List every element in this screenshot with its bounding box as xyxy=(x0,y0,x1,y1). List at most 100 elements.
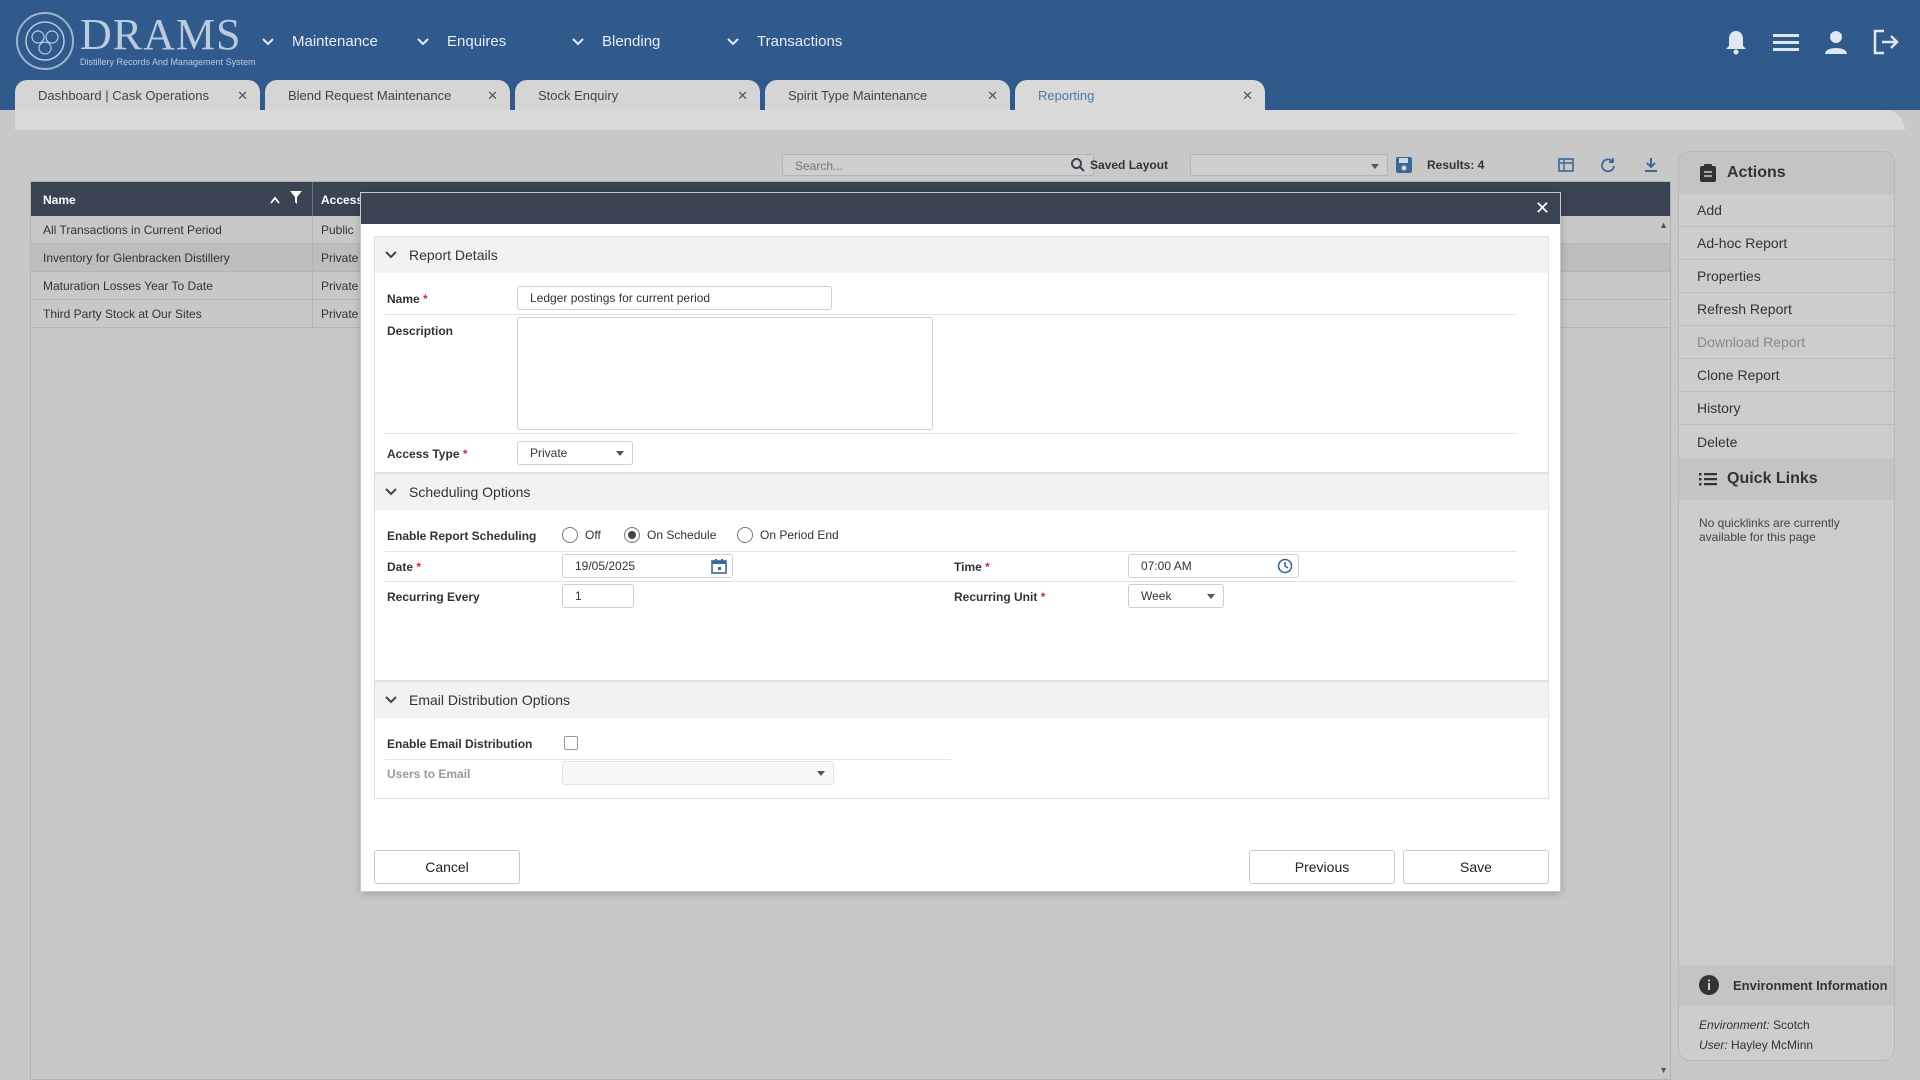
results-count: Results: 4 xyxy=(1427,158,1485,172)
app-header: DRAMS Distillery Records And Management … xyxy=(0,0,1920,110)
action-add[interactable]: Add xyxy=(1679,194,1894,227)
chevron-down-icon xyxy=(385,488,397,496)
schedule-on-schedule-radio[interactable]: On Schedule xyxy=(624,527,716,543)
scheduling-options-section: Scheduling Options Enable Report Schedul… xyxy=(374,473,1549,681)
users-to-email-label: Users to Email xyxy=(387,767,471,781)
email-distribution-section: Email Distribution Options Enable Email … xyxy=(374,681,1549,799)
close-icon[interactable]: ✕ xyxy=(1535,198,1550,219)
enable-email-checkbox[interactable] xyxy=(564,736,578,750)
enable-scheduling-label: Enable Report Scheduling xyxy=(387,529,537,543)
tab-blend-request-maintenance[interactable]: Blend Request Maintenance ✕ xyxy=(265,80,510,110)
chevron-down-icon xyxy=(727,37,739,45)
download-icon[interactable] xyxy=(1640,154,1662,176)
action-clone-report[interactable]: Clone Report xyxy=(1679,359,1894,392)
recurring-unit-select[interactable]: Week xyxy=(1128,584,1224,608)
list-icon xyxy=(1699,473,1717,486)
nav-transactions[interactable]: Transactions xyxy=(727,33,842,50)
calendar-icon[interactable] xyxy=(711,558,727,577)
clock-icon[interactable] xyxy=(1277,558,1293,577)
logo-title: DRAMS xyxy=(80,10,242,59)
scroll-up-icon[interactable]: ▲ xyxy=(1659,220,1668,230)
action-history[interactable]: History xyxy=(1679,392,1894,425)
save-button[interactable]: Save xyxy=(1403,850,1549,884)
logo-subtitle: Distillery Records And Management System xyxy=(80,57,256,67)
scheduling-options-header[interactable]: Scheduling Options xyxy=(375,474,1548,510)
chevron-down-icon xyxy=(385,251,397,259)
cancel-button[interactable]: Cancel xyxy=(374,850,520,884)
table-layout-icon[interactable] xyxy=(1555,154,1577,176)
report-details-section: Report Details Name * Ledger postings fo… xyxy=(374,236,1549,473)
nav-enquires[interactable]: Enquires xyxy=(417,33,506,50)
close-icon[interactable]: ✕ xyxy=(737,88,748,104)
logout-icon[interactable] xyxy=(1872,28,1900,56)
tab-dashboard-cask-operations[interactable]: Dashboard | Cask Operations ✕ xyxy=(15,80,260,110)
search-icon[interactable] xyxy=(1071,158,1085,175)
sort-asc-icon[interactable] xyxy=(270,193,280,207)
saved-layout-label: Saved Layout xyxy=(1090,158,1169,172)
chevron-down-icon xyxy=(572,37,584,45)
tab-stock-enquiry[interactable]: Stock Enquiry ✕ xyxy=(515,80,760,110)
date-field[interactable]: 19/05/2025 xyxy=(562,554,733,578)
refresh-icon[interactable] xyxy=(1597,154,1619,176)
access-type-label: Access Type * xyxy=(387,447,468,461)
scroll-down-icon[interactable]: ▼ xyxy=(1659,1065,1668,1075)
action-properties[interactable]: Properties xyxy=(1679,260,1894,293)
close-icon[interactable]: ✕ xyxy=(487,88,498,104)
caret-down-icon xyxy=(1207,594,1215,599)
tab-reporting[interactable]: Reporting ✕ xyxy=(1015,80,1265,110)
search-input[interactable]: Search... xyxy=(782,154,1094,176)
actions-header: Actions xyxy=(1679,152,1894,194)
info-icon xyxy=(1699,975,1719,995)
quick-links-header: Quick Links xyxy=(1679,458,1894,500)
schedule-period-end-radio[interactable]: On Period End xyxy=(737,527,839,543)
nav-blending[interactable]: Blending xyxy=(572,33,660,50)
user-info: User: Hayley McMinn xyxy=(1699,1038,1814,1052)
name-field[interactable]: Ledger postings for current period xyxy=(517,286,832,310)
enable-email-label: Enable Email Distribution xyxy=(387,737,533,751)
action-download-report: Download Report xyxy=(1679,326,1894,359)
time-field[interactable]: 07:00 AM xyxy=(1128,554,1299,578)
chevron-down-icon xyxy=(417,37,429,45)
description-field[interactable] xyxy=(517,317,933,430)
close-icon[interactable]: ✕ xyxy=(237,88,248,104)
schedule-off-radio[interactable]: Off xyxy=(562,527,601,543)
action-delete[interactable]: Delete xyxy=(1679,425,1894,458)
column-header-name[interactable]: Name xyxy=(43,193,76,207)
filter-icon[interactable] xyxy=(290,191,302,208)
recurring-every-field[interactable]: 1 xyxy=(562,584,634,608)
environment-header: Environment Information xyxy=(1679,965,1894,1005)
logo-seal-icon xyxy=(16,12,74,70)
save-layout-icon[interactable] xyxy=(1393,154,1415,176)
description-label: Description xyxy=(387,324,454,338)
actions-panel: Actions Add Ad-hoc Report Properties Ref… xyxy=(1678,151,1895,1061)
time-label: Time * xyxy=(954,560,990,574)
user-icon[interactable] xyxy=(1822,28,1850,56)
chevron-down-icon xyxy=(262,37,274,45)
action-adhoc-report[interactable]: Ad-hoc Report xyxy=(1679,227,1894,260)
previous-button[interactable]: Previous xyxy=(1249,850,1395,884)
date-label: Date * xyxy=(387,560,422,574)
chevron-down-icon xyxy=(385,696,397,704)
environment-info: Environment: Scotch xyxy=(1699,1018,1810,1032)
drams-logo[interactable]: DRAMS Distillery Records And Management … xyxy=(16,12,256,70)
caret-down-icon xyxy=(1371,164,1379,169)
quick-links-note: No quicklinks are currently available fo… xyxy=(1699,516,1840,544)
close-icon[interactable]: ✕ xyxy=(1242,88,1253,104)
access-type-select[interactable]: Private xyxy=(517,441,633,465)
action-refresh-report[interactable]: Refresh Report xyxy=(1679,293,1894,326)
users-to-email-select[interactable] xyxy=(562,761,834,785)
name-label: Name * xyxy=(387,292,428,306)
saved-layout-select[interactable] xyxy=(1190,154,1388,176)
report-details-header[interactable]: Report Details xyxy=(375,237,1548,273)
close-icon[interactable]: ✕ xyxy=(987,88,998,104)
bell-icon[interactable] xyxy=(1722,28,1750,56)
column-header-access[interactable]: Access xyxy=(321,193,363,207)
clipboard-icon xyxy=(1700,164,1716,182)
report-properties-dialog: ✕ Report Details Name * Ledger postings … xyxy=(360,192,1561,892)
caret-down-icon xyxy=(616,451,624,456)
nav-maintenance[interactable]: Maintenance xyxy=(262,33,378,50)
tab-spirit-type-maintenance[interactable]: Spirit Type Maintenance ✕ xyxy=(765,80,1010,110)
caret-down-icon xyxy=(817,771,825,776)
menu-icon[interactable] xyxy=(1772,28,1800,56)
email-distribution-header[interactable]: Email Distribution Options xyxy=(375,682,1548,718)
